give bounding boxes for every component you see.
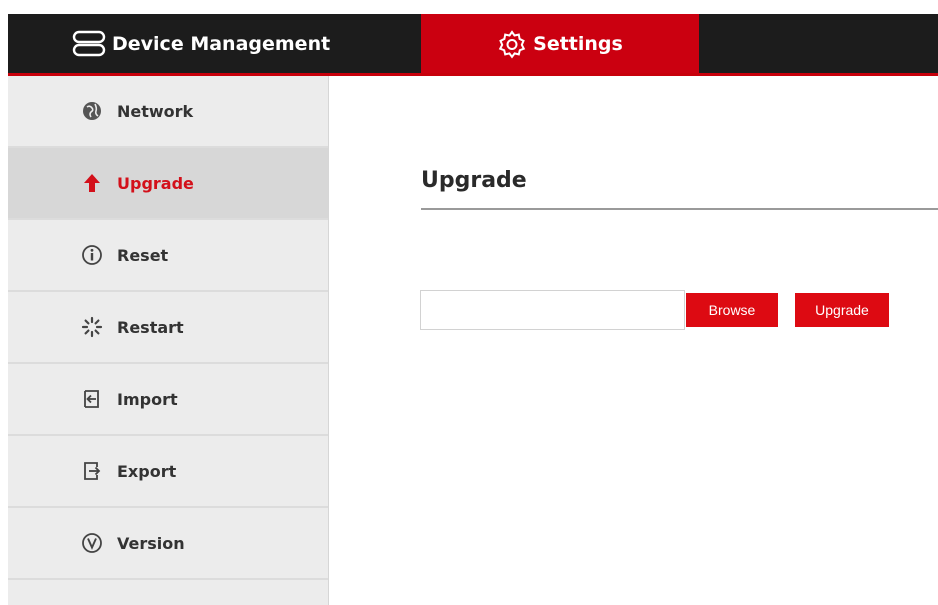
upgrade-button[interactable]: Upgrade [795,293,889,327]
sidebar-item-label: Export [117,461,177,481]
info-circle-icon [81,244,103,266]
sidebar-item-export[interactable]: Export [8,436,328,508]
spinner-icon [81,316,103,338]
browse-button[interactable]: Browse [686,293,778,327]
sidebar: Network Upgrade Reset Restart Import Exp… [8,76,329,605]
sidebar-item-restart[interactable]: Restart [8,292,328,364]
sidebar-item-reset[interactable]: Reset [8,220,328,292]
version-icon [81,532,103,554]
sidebar-item-upgrade[interactable]: Upgrade [8,148,328,220]
import-icon [81,388,103,410]
sidebar-item-label: Restart [117,317,184,337]
tab-device-management[interactable]: Device Management [72,14,412,73]
arrow-up-icon [81,172,103,194]
device-stack-icon [72,30,106,58]
export-icon [81,460,103,482]
sidebar-item-label: Network [117,101,194,121]
gear-icon [497,29,527,59]
sidebar-item-label: Version [117,533,185,553]
title-divider [421,208,938,210]
top-nav-bar: Device Management Settings [8,14,938,76]
tab-settings-label: Settings [533,32,623,55]
tab-settings[interactable]: Settings [421,14,699,73]
page-title: Upgrade [421,168,527,193]
sidebar-item-import[interactable]: Import [8,364,328,436]
globe-icon [81,100,103,122]
sidebar-item-label: Import [117,389,178,409]
sidebar-item-label: Upgrade [117,173,194,193]
tab-device-management-label: Device Management [112,32,331,55]
sidebar-item-label: Reset [117,245,169,265]
sidebar-item-version[interactable]: Version [8,508,328,580]
sidebar-item-network[interactable]: Network [8,76,328,148]
firmware-file-field[interactable] [420,290,685,330]
